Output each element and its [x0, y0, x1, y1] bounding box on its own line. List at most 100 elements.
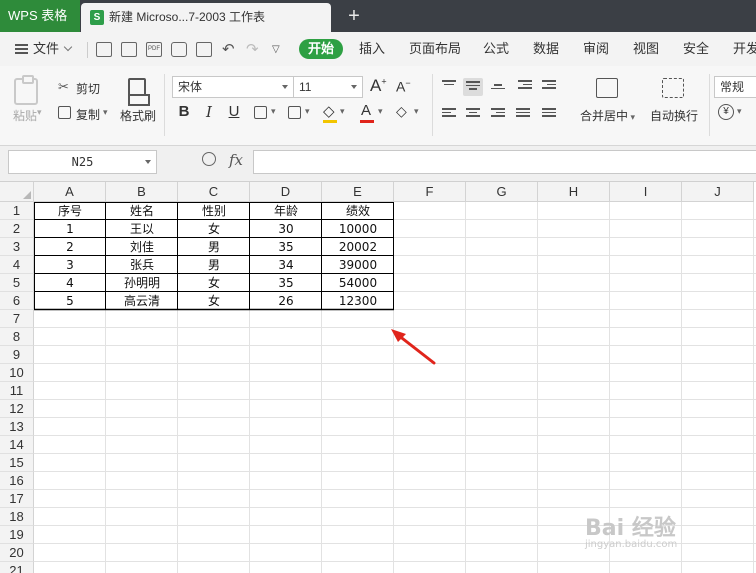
- cell-e1[interactable]: 绩效: [322, 202, 394, 220]
- fill-color-icon[interactable]: ◇: [323, 102, 335, 120]
- undo-icon[interactable]: ↶: [222, 42, 238, 57]
- cell-a3[interactable]: 2: [34, 238, 106, 256]
- app-tab[interactable]: WPS 表格: [0, 0, 80, 32]
- cell-e6[interactable]: 12300: [322, 292, 394, 310]
- cell-d4[interactable]: 34: [250, 256, 322, 274]
- grow-font-button[interactable]: A+: [370, 76, 387, 96]
- format-painter-icon[interactable]: [128, 78, 150, 106]
- cell-a4[interactable]: 3: [34, 256, 106, 274]
- cell-b6[interactable]: 高云清: [106, 292, 178, 310]
- tab-home[interactable]: 开始: [299, 39, 344, 59]
- insert-function-button[interactable]: fx: [229, 151, 243, 169]
- tab-security[interactable]: 安全: [683, 32, 709, 66]
- print-preview-icon[interactable]: [196, 42, 212, 57]
- cell-c6[interactable]: 女: [178, 292, 250, 310]
- border-icon[interactable]: [254, 106, 267, 119]
- cell-d1[interactable]: 年龄: [250, 202, 322, 220]
- decrease-indent-icon[interactable]: [518, 80, 532, 92]
- cell-c4[interactable]: 男: [178, 256, 250, 274]
- chevron-down-icon: [351, 85, 357, 89]
- cell-a6[interactable]: 5: [34, 292, 106, 310]
- format-painter-button[interactable]: 格式刷: [120, 107, 156, 124]
- eraser-icon[interactable]: ◇: [396, 103, 407, 120]
- italic-button[interactable]: I: [200, 102, 218, 122]
- align-middle-icon[interactable]: [463, 78, 483, 96]
- open-folder-icon[interactable]: [96, 42, 112, 57]
- cell-a1[interactable]: 序号: [34, 202, 106, 220]
- paste-icon[interactable]: [14, 75, 38, 105]
- align-bottom-icon[interactable]: [491, 84, 505, 96]
- tab-insert[interactable]: 插入: [359, 32, 385, 66]
- copy-icon[interactable]: [58, 106, 71, 119]
- cell-c3[interactable]: 男: [178, 238, 250, 256]
- cell-e2[interactable]: 10000: [322, 220, 394, 238]
- font-color-dropdown-icon[interactable]: ▾: [378, 106, 383, 117]
- paste-dropdown-icon[interactable]: ▾: [37, 107, 42, 118]
- new-tab-button[interactable]: +: [344, 4, 364, 28]
- tab-review[interactable]: 审阅: [583, 32, 609, 66]
- align-center-icon[interactable]: [466, 108, 480, 120]
- copy-dropdown-icon[interactable]: ▾: [103, 107, 108, 118]
- name-box[interactable]: N25: [8, 150, 157, 174]
- tab-formulas[interactable]: 公式: [483, 32, 509, 66]
- cell-c5[interactable]: 女: [178, 274, 250, 292]
- distributed-align-icon[interactable]: [542, 108, 556, 120]
- zoom-icon[interactable]: [202, 152, 216, 166]
- bold-button[interactable]: B: [175, 102, 193, 122]
- cell-b3[interactable]: 刘佳: [106, 238, 178, 256]
- currency-dropdown-icon[interactable]: ▾: [737, 106, 742, 117]
- document-tab[interactable]: S 新建 Microso...7-2003 工作表: [81, 3, 331, 32]
- increase-indent-icon[interactable]: [542, 80, 556, 92]
- scissors-icon[interactable]: ✂: [58, 80, 71, 93]
- quick-access-more-icon[interactable]: ▽: [272, 42, 288, 57]
- align-left-icon[interactable]: [442, 108, 456, 120]
- cell-b2[interactable]: 王以: [106, 220, 178, 238]
- file-menu[interactable]: 文件: [15, 32, 73, 66]
- align-top-icon[interactable]: [442, 80, 456, 92]
- merge-center-button[interactable]: 合并居中 ▾: [580, 107, 635, 124]
- shrink-font-button[interactable]: A−: [396, 78, 411, 95]
- cell-b5[interactable]: 孙明明: [106, 274, 178, 292]
- number-format-select[interactable]: 常规: [714, 76, 756, 98]
- wrap-text-button[interactable]: 自动换行: [650, 107, 698, 124]
- align-right-icon[interactable]: [491, 108, 505, 120]
- fill-color-dropdown-icon[interactable]: ▾: [340, 106, 345, 117]
- cell-a2[interactable]: 1: [34, 220, 106, 238]
- cell-d5[interactable]: 35: [250, 274, 322, 292]
- tab-data[interactable]: 数据: [533, 32, 559, 66]
- border-dropdown-icon[interactable]: ▾: [271, 106, 276, 117]
- font-name-select[interactable]: 宋体: [172, 76, 294, 98]
- underline-button[interactable]: U: [225, 102, 243, 122]
- cell-b1[interactable]: 姓名: [106, 202, 178, 220]
- cell-d6[interactable]: 26: [250, 292, 322, 310]
- font-color-icon[interactable]: A: [361, 102, 371, 119]
- currency-icon[interactable]: ¥: [718, 104, 734, 120]
- redo-icon[interactable]: ↷: [246, 42, 262, 57]
- cell-d3[interactable]: 35: [250, 238, 322, 256]
- cell-a5[interactable]: 4: [34, 274, 106, 292]
- cell-style-icon[interactable]: [288, 106, 301, 119]
- tab-page-layout[interactable]: 页面布局: [409, 32, 461, 66]
- export-pdf-icon[interactable]: PDF: [146, 42, 162, 57]
- cell-e3[interactable]: 20002: [322, 238, 394, 256]
- tab-view[interactable]: 视图: [633, 32, 659, 66]
- cut-button[interactable]: 剪切: [76, 80, 100, 97]
- formula-input[interactable]: [253, 150, 756, 174]
- cell-c2[interactable]: 女: [178, 220, 250, 238]
- wrap-text-icon[interactable]: [662, 78, 684, 98]
- cell-style-dropdown-icon[interactable]: ▾: [305, 106, 310, 117]
- font-size-select[interactable]: 11: [293, 76, 363, 98]
- cell-b4[interactable]: 张兵: [106, 256, 178, 274]
- copy-button[interactable]: 复制: [76, 106, 100, 123]
- cell-e5[interactable]: 54000: [322, 274, 394, 292]
- cell-e4[interactable]: 39000: [322, 256, 394, 274]
- justify-icon[interactable]: [516, 108, 530, 120]
- tab-developer[interactable]: 开发: [733, 32, 756, 66]
- cell-c1[interactable]: 性别: [178, 202, 250, 220]
- formula-bar: N25 fx: [0, 146, 756, 182]
- cell-d2[interactable]: 30: [250, 220, 322, 238]
- merge-center-icon[interactable]: [596, 78, 618, 98]
- print-icon[interactable]: [171, 42, 187, 57]
- save-icon[interactable]: [121, 42, 137, 57]
- eraser-dropdown-icon[interactable]: ▾: [414, 106, 419, 117]
